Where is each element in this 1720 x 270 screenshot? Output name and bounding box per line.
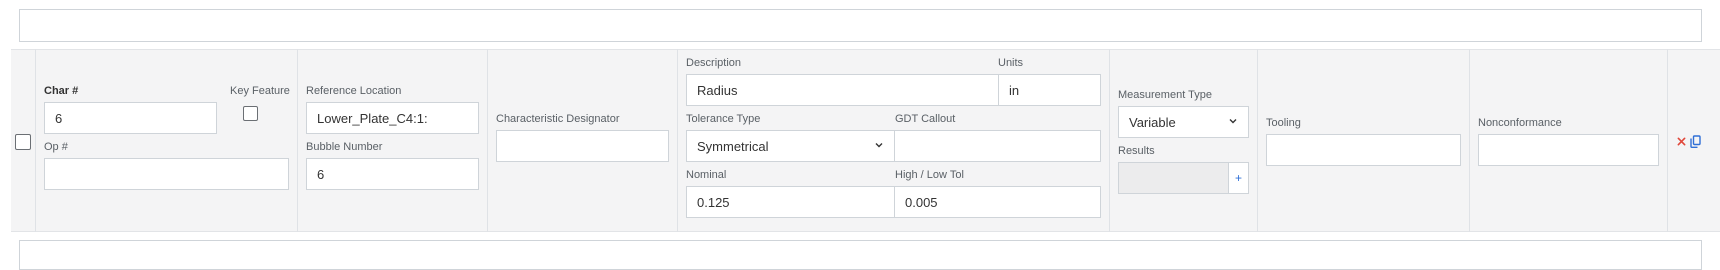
high-low-tol-label: High / Low Tol (895, 169, 964, 181)
char-number-label: Char # (44, 85, 79, 97)
bubble-number-label: Bubble Number (306, 141, 383, 153)
column-divider (297, 49, 298, 232)
key-feature-label: Key Feature (230, 85, 290, 97)
characteristic-designator-label: Characteristic Designator (496, 113, 620, 125)
column-divider (1469, 49, 1470, 232)
description-label: Description (686, 57, 742, 69)
chevron-down-icon (1229, 119, 1237, 124)
characteristic-designator-input[interactable] (496, 130, 669, 162)
op-number-label: Op # (44, 141, 68, 153)
high-low-tol-input[interactable]: 0.005 (894, 186, 1101, 218)
column-divider (1257, 49, 1258, 232)
bubble-number-input[interactable]: 6 (306, 158, 479, 190)
results-input (1118, 162, 1229, 194)
op-number-input[interactable] (44, 158, 289, 190)
reference-location-input[interactable]: Lower_Plate_C4:1: (306, 102, 479, 134)
tolerance-type-label: Tolerance Type (686, 113, 761, 125)
next-row-input[interactable] (19, 240, 1702, 270)
close-icon[interactable] (1677, 137, 1686, 146)
char-number-input[interactable]: 6 (44, 102, 217, 134)
copy-icon[interactable] (1690, 135, 1701, 148)
nonconformance-label: Nonconformance (1478, 117, 1562, 129)
measurement-type-value: Variable (1129, 114, 1176, 130)
tolerance-type-value: Symmetrical (697, 138, 769, 154)
measurement-type-label: Measurement Type (1118, 89, 1212, 101)
tooling-label: Tooling (1266, 117, 1301, 129)
measurement-type-select[interactable]: Variable (1118, 106, 1249, 138)
reference-location-label: Reference Location (306, 85, 402, 97)
units-input[interactable]: in (998, 74, 1101, 106)
column-divider (35, 49, 36, 232)
key-feature-checkbox[interactable] (243, 106, 258, 121)
column-divider (487, 49, 488, 232)
tooling-input[interactable] (1266, 134, 1461, 166)
chevron-down-icon (875, 143, 883, 148)
top-input[interactable] (19, 9, 1702, 42)
nonconformance-input[interactable] (1478, 134, 1659, 166)
description-input[interactable]: Radius (686, 74, 999, 106)
results-label: Results (1118, 145, 1155, 157)
units-label: Units (998, 57, 1024, 69)
nominal-input[interactable]: 0.125 (686, 186, 895, 218)
add-result-button[interactable]: + (1228, 162, 1249, 194)
gdt-callout-label: GDT Callout (895, 113, 956, 125)
column-divider (677, 49, 678, 232)
column-divider (1667, 49, 1668, 232)
gdt-callout-input[interactable] (894, 130, 1101, 162)
tolerance-type-select[interactable]: Symmetrical (686, 130, 895, 162)
row-select-checkbox[interactable] (15, 134, 31, 150)
column-divider (1109, 49, 1110, 232)
nominal-label: Nominal (686, 169, 727, 181)
